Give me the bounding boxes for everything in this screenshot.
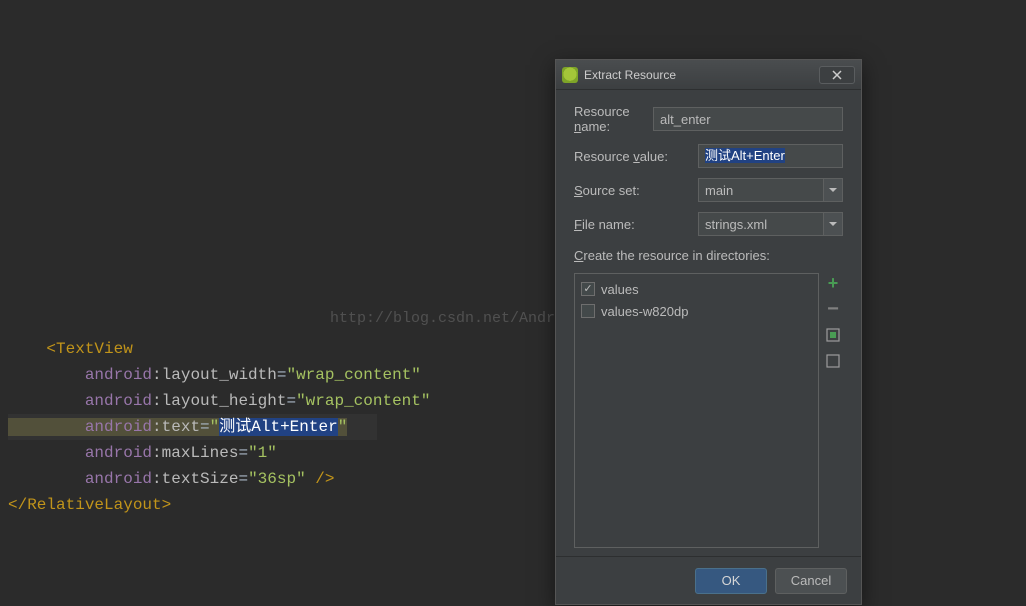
checkbox-values-w820dp[interactable] xyxy=(581,304,595,318)
directories-area: values values-w820dp + − xyxy=(574,273,843,548)
add-dir-button[interactable]: + xyxy=(825,275,841,291)
close-button[interactable] xyxy=(819,66,855,84)
checkbox-values[interactable] xyxy=(581,282,595,296)
file-name-combo[interactable]: strings.xml xyxy=(698,212,843,236)
self-close: /> xyxy=(306,470,335,488)
dialog-title: Extract Resource xyxy=(584,68,813,82)
deselect-all-button[interactable] xyxy=(825,353,841,369)
attr-prefix: android xyxy=(85,366,152,384)
source-set-combo[interactable]: main xyxy=(698,178,843,202)
xml-tag-open xyxy=(8,340,46,358)
row-source-set: Source set: main xyxy=(574,178,843,202)
quote: " xyxy=(210,418,220,436)
extract-resource-dialog: Extract Resource Resource name: Resource… xyxy=(555,59,862,605)
attr-value: "1" xyxy=(248,444,277,462)
chevron-down-icon xyxy=(829,186,837,194)
resource-value-input[interactable]: 测试Alt+Enter xyxy=(698,144,843,168)
select-all-button[interactable] xyxy=(825,327,841,343)
dir-label-values: values xyxy=(601,282,639,297)
dialog-titlebar[interactable]: Extract Resource xyxy=(556,60,861,90)
close-icon xyxy=(832,70,842,80)
dir-item-values[interactable]: values xyxy=(581,278,812,300)
remove-dir-button[interactable]: − xyxy=(825,301,841,317)
quote: " xyxy=(338,418,348,436)
attr-prefix: android xyxy=(85,444,152,462)
dialog-body: Resource name: Resource value: 测试Alt+Ent… xyxy=(556,90,861,556)
chevron-down-icon xyxy=(829,220,837,228)
tag-close: </RelativeLayout> xyxy=(8,496,171,514)
label-file-name: File name: xyxy=(574,217,688,232)
attr-name: :layout_height xyxy=(152,392,286,410)
tag-textview: <TextView xyxy=(46,340,132,358)
resource-name-input[interactable] xyxy=(653,107,843,131)
combo-dropdown-button[interactable] xyxy=(823,212,843,236)
attr-value: "wrap_content" xyxy=(286,366,420,384)
ok-button[interactable]: OK xyxy=(695,568,767,594)
dir-label-values-w820dp: values-w820dp xyxy=(601,304,688,319)
label-source-set: Source set: xyxy=(574,183,688,198)
directories-list[interactable]: values values-w820dp xyxy=(574,273,819,548)
android-studio-icon xyxy=(562,67,578,83)
cancel-button[interactable]: Cancel xyxy=(775,568,847,594)
code-editor[interactable]: <TextView android:layout_width="wrap_con… xyxy=(8,310,430,518)
deselect-all-icon xyxy=(826,354,840,368)
source-set-value: main xyxy=(698,178,823,202)
row-file-name: File name: strings.xml xyxy=(574,212,843,236)
label-resource-name: Resource name: xyxy=(574,104,643,134)
row-resource-name: Resource name: xyxy=(574,104,843,134)
attr-name: :layout_width xyxy=(152,366,277,384)
attr-name: :maxLines xyxy=(152,444,238,462)
attr-value: "36sp" xyxy=(248,470,306,488)
combo-dropdown-button[interactable] xyxy=(823,178,843,202)
dir-item-values-w820dp[interactable]: values-w820dp xyxy=(581,300,812,322)
dialog-button-bar: OK Cancel xyxy=(556,556,861,604)
selected-text: 测试Alt+Enter xyxy=(219,418,337,436)
attr-prefix: android xyxy=(85,392,152,410)
attr-name: :textSize xyxy=(152,470,238,488)
attr-prefix: android xyxy=(85,418,152,436)
attr-name: :text xyxy=(152,418,200,436)
attr-value: "wrap_content" xyxy=(296,392,430,410)
attr-prefix: android xyxy=(85,470,152,488)
file-name-value: strings.xml xyxy=(698,212,823,236)
label-create-dirs: Create the resource in directories: xyxy=(574,248,843,263)
select-all-icon xyxy=(826,328,840,342)
label-resource-value: Resource value: xyxy=(574,149,688,164)
row-resource-value: Resource value: 测试Alt+Enter xyxy=(574,144,843,168)
directories-toolbar: + − xyxy=(823,273,843,548)
